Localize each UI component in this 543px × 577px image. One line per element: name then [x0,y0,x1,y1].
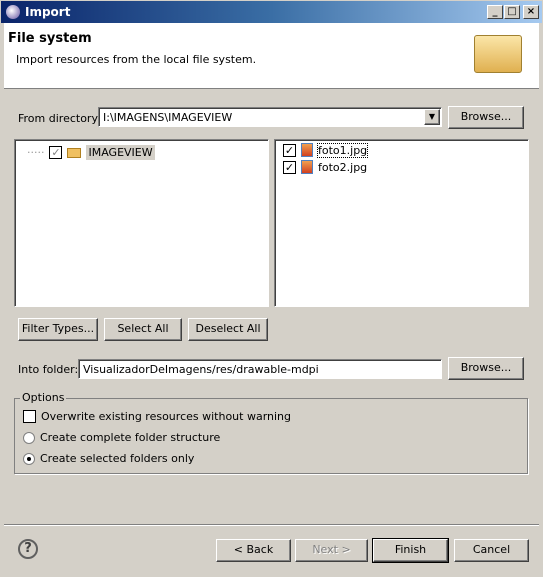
close-button[interactable]: × [523,5,539,19]
window-title: Import [25,5,71,19]
from-directory-combo[interactable]: I:\IMAGENS\IMAGEVIEW ▼ [98,107,442,127]
list-item[interactable]: ✓ foto1.jpg [283,142,369,158]
footer-divider [4,524,539,526]
complete-structure-label: Create complete folder structure [40,431,221,444]
overwrite-checkbox[interactable] [23,410,36,423]
page-title: File system [8,31,92,46]
selected-only-label: Create selected folders only [40,452,195,465]
overwrite-option[interactable]: Overwrite existing resources without war… [23,410,291,423]
selected-only-option[interactable]: Create selected folders only [23,452,194,465]
tree-item-label: IMAGEVIEW [86,145,155,160]
complete-structure-radio[interactable] [23,431,35,444]
file-list[interactable]: ✓ foto1.jpg ✓ foto2.jpg [274,139,529,307]
overwrite-label: Overwrite existing resources without war… [41,410,292,423]
browse-directory-button[interactable]: Browse... [448,106,524,129]
folder-banner-icon [474,35,522,73]
maximize-button[interactable]: □ [504,5,520,19]
from-directory-value: I:\IMAGENS\IMAGEVIEW [103,111,233,124]
file-checkbox[interactable]: ✓ [283,143,296,157]
complete-structure-option[interactable]: Create complete folder structure [23,431,220,444]
back-button[interactable]: < Back [216,539,291,562]
finish-button[interactable]: Finish [372,538,449,563]
file-checkbox[interactable]: ✓ [283,160,296,174]
wizard-header: File system Import resources from the lo… [4,23,539,89]
page-description: Import resources from the local file sys… [16,53,257,66]
image-file-icon [301,143,313,157]
folder-tree[interactable]: ····· ✓ IMAGEVIEW [14,139,269,307]
browse-folder-button[interactable]: Browse... [448,357,524,380]
tree-item-imageview[interactable]: ····· ✓ IMAGEVIEW [27,145,155,160]
folder-icon [67,147,82,158]
next-button[interactable]: Next > [295,539,368,562]
selected-only-radio[interactable] [23,452,35,465]
list-item[interactable]: ✓ foto2.jpg [283,160,367,174]
options-title: Options [20,391,67,404]
deselect-all-button[interactable]: Deselect All [188,318,268,341]
into-folder-label: Into folder: [18,363,79,376]
from-directory-label: From directory: [18,112,101,125]
help-icon[interactable]: ? [18,539,38,559]
eclipse-icon [6,5,20,19]
tree-checkbox[interactable]: ✓ [49,146,63,159]
dropdown-arrow-icon[interactable]: ▼ [424,109,440,125]
into-folder-input[interactable]: VisualizadorDeImagens/res/drawable-mdpi [78,359,442,379]
cancel-button[interactable]: Cancel [454,539,529,562]
image-file-icon [301,160,313,174]
select-all-button[interactable]: Select All [104,318,182,341]
file-label: foto2.jpg [318,160,368,174]
filter-types-button[interactable]: Filter Types... [18,318,98,341]
file-label: foto1.jpg [316,142,369,158]
minimize-button[interactable]: _ [487,5,503,19]
title-bar: Import _ □ × [0,0,543,24]
